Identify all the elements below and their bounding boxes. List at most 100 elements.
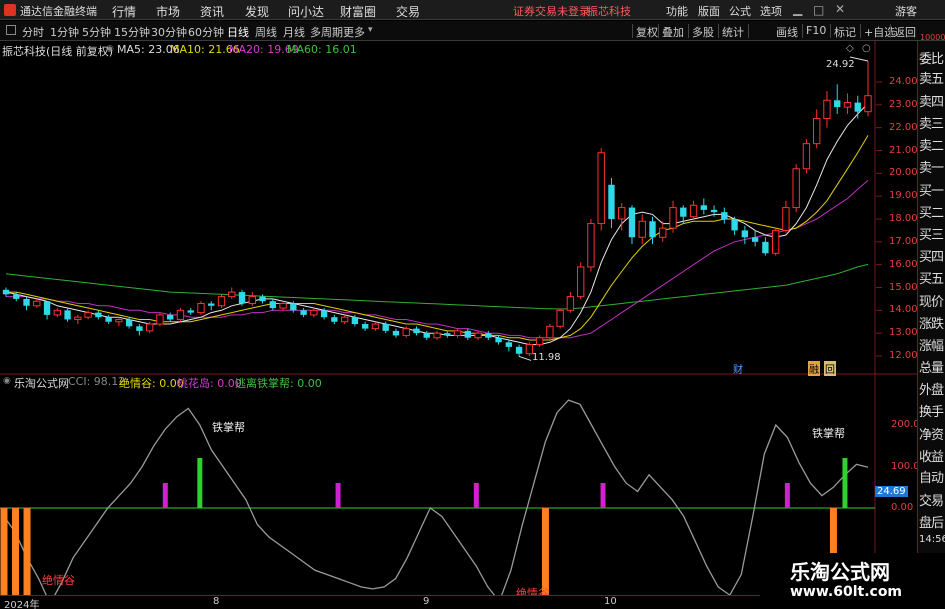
menu-xuanxiang[interactable]: 选项 — [760, 3, 782, 19]
candle-body — [95, 312, 102, 318]
tool-tongji[interactable]: 统计 — [722, 24, 744, 40]
current-stock-link[interactable]: 振芯科技 — [587, 3, 631, 19]
tool-fuquan[interactable]: 复权 — [636, 24, 658, 40]
candle-body — [320, 310, 328, 318]
stock-chart[interactable] — [0, 41, 917, 609]
candle-body — [444, 333, 451, 336]
watermark: 乐淘公式网 www.60lt.com — [760, 553, 945, 609]
menu-jiaoyi[interactable]: 交易 — [396, 3, 420, 20]
toolbar-divider — [890, 24, 891, 38]
date-label: 9 — [423, 596, 430, 607]
close-icon[interactable]: ✕ — [835, 2, 845, 16]
candle-body — [84, 312, 92, 318]
candle-body — [556, 309, 564, 327]
candle-body — [751, 237, 759, 242]
signal-label-tiezhangbang: 铁掌帮 — [812, 427, 845, 440]
candle-body — [669, 207, 677, 229]
ma20-line — [6, 180, 869, 339]
candle-body — [618, 207, 626, 220]
quote-label: 盘后 — [919, 516, 944, 531]
candle-body — [74, 316, 82, 320]
current-cci-badge: 24.69 — [875, 486, 908, 497]
candle-body — [566, 296, 575, 311]
period-daily[interactable]: 日线 — [227, 24, 249, 40]
menu-hangqing[interactable]: 行情 — [112, 3, 136, 20]
tool-back[interactable]: 返回 — [894, 24, 916, 40]
period-30min[interactable]: 30分钟 — [151, 24, 187, 40]
guest-login[interactable]: 游客 — [895, 3, 917, 19]
period-5min[interactable]: 5分钟 — [82, 24, 111, 40]
candle-body — [340, 316, 349, 323]
event-rong[interactable]: 融 — [808, 361, 820, 376]
taohuadao-bar — [335, 483, 341, 508]
menu-caifuquan[interactable]: 财富圈 — [340, 3, 376, 20]
toolbar-divider — [748, 24, 749, 38]
login-warning[interactable]: 证券交易未登录 — [513, 3, 590, 19]
candle-body — [228, 291, 236, 298]
low-price-label: 11.98 — [532, 352, 561, 363]
candle-body — [474, 332, 482, 339]
candle-body — [608, 184, 615, 219]
period-monthly[interactable]: 月线 — [283, 24, 305, 40]
quote-label: 卖一 — [919, 161, 944, 176]
toggle-panel-icon[interactable] — [6, 25, 16, 35]
watermark-url: www.60lt.com — [790, 584, 903, 600]
menu-gongneng[interactable]: 功能 — [666, 3, 688, 19]
menu-gongshi[interactable]: 公式 — [729, 3, 751, 19]
event-hui[interactable]: 回 — [824, 361, 836, 376]
candle-body — [802, 143, 811, 170]
candle-body — [659, 227, 667, 238]
menu-zixun[interactable]: 资讯 — [200, 3, 224, 20]
menu-shichang[interactable]: 市场 — [156, 3, 180, 20]
price-tick: 23.00 — [889, 98, 918, 110]
candle-body — [813, 118, 821, 145]
period-15min[interactable]: 15分钟 — [114, 24, 150, 40]
tool-f10[interactable]: F10 — [806, 24, 826, 37]
low-marker — [518, 355, 532, 361]
tool-diejia[interactable]: 叠加 — [662, 24, 684, 40]
tool-duogu[interactable]: 多股 — [692, 24, 714, 40]
toolbar-divider — [830, 24, 831, 38]
quote-label: 买二 — [919, 206, 944, 221]
period-60min[interactable]: 60分钟 — [188, 24, 224, 40]
candle-body — [843, 102, 852, 108]
candle-body — [13, 294, 20, 299]
maximize-icon[interactable]: □ — [813, 3, 824, 17]
candle-body — [423, 333, 430, 338]
toolbar-divider — [802, 24, 803, 38]
quote-label: 总量 — [919, 361, 944, 376]
candle-body — [351, 317, 359, 325]
event-cai[interactable]: 财 — [733, 361, 743, 376]
signal-label-jueqinggu: 绝情谷 — [42, 574, 75, 587]
toolbar-divider — [658, 24, 659, 38]
candle-body — [782, 207, 790, 231]
minimize-icon[interactable]: ▁ — [793, 2, 802, 16]
candle-body — [279, 302, 287, 309]
period-more[interactable]: 更多 — [343, 24, 365, 40]
indicator-settings-icon[interactable]: ◉ — [3, 376, 11, 386]
candle-body — [505, 342, 513, 347]
chevron-down-icon[interactable]: ▾ — [368, 25, 373, 35]
period-weekly[interactable]: 周线 — [255, 24, 277, 40]
period-fenshi[interactable]: 分时 — [22, 24, 44, 40]
candle-body — [597, 152, 605, 225]
period-multi[interactable]: 多周期 — [310, 24, 343, 40]
menu-banmian[interactable]: 版面 — [698, 3, 720, 19]
quote-counter: 100000 — [920, 33, 945, 42]
taohuadao-bar — [473, 483, 479, 508]
candle-body — [290, 303, 297, 311]
toolbar-divider — [688, 24, 689, 38]
candle-body — [259, 296, 266, 302]
candle-body — [834, 100, 841, 108]
menu-faxian[interactable]: 发现 — [245, 3, 269, 20]
candle-body — [167, 314, 174, 320]
candle-body — [269, 301, 276, 309]
tool-biaoji[interactable]: 标记 — [834, 24, 856, 40]
candle-body — [433, 332, 441, 339]
quote-label: 现价 — [919, 295, 944, 310]
candle-body — [53, 309, 61, 316]
candle-body — [576, 266, 585, 298]
period-1min[interactable]: 1分钟 — [50, 24, 79, 40]
tool-huaxian[interactable]: 画线 — [776, 24, 798, 40]
menu-wenxiaoda[interactable]: 问小达 — [288, 3, 324, 20]
